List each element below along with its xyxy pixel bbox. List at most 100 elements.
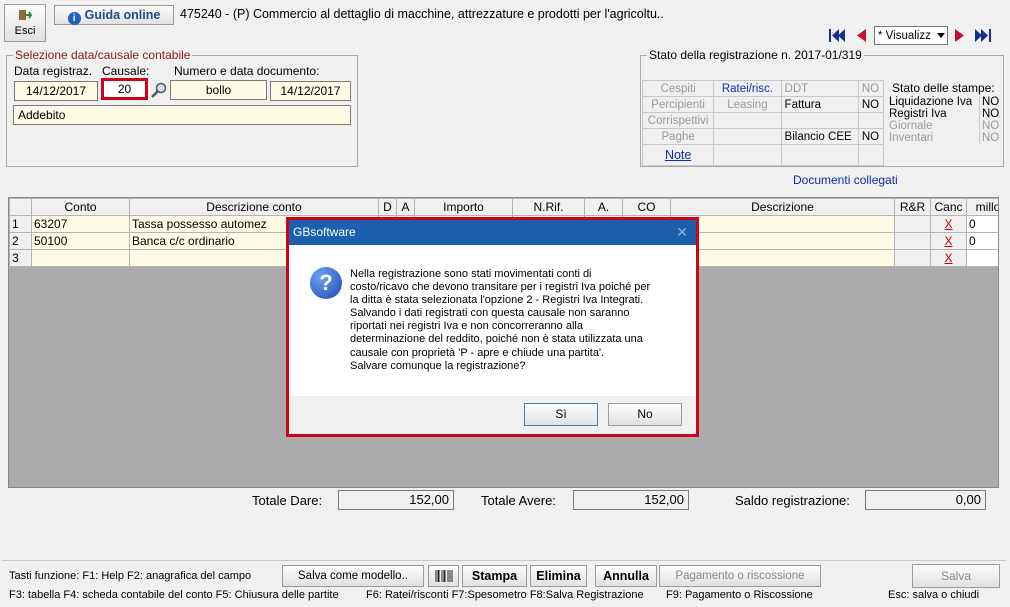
cell-millo[interactable]: 0 — [966, 232, 998, 250]
first-icon — [829, 29, 845, 42]
view-select[interactable]: * Visualizz — [874, 26, 948, 45]
col-header-conto[interactable]: Conto — [31, 198, 130, 216]
stato-paghe: Paghe — [641, 128, 715, 145]
col-header-importo[interactable]: Importo — [414, 198, 513, 216]
yes-button[interactable]: Sì — [524, 403, 598, 426]
row-number: 2 — [9, 232, 32, 250]
dialog-titlebar: GBsoftware ✕ — [289, 220, 696, 245]
stato-ratei[interactable]: Ratei/risc. — [713, 80, 782, 97]
col-header-descrizione[interactable]: Descrizione — [670, 198, 895, 216]
stato-bilancio: Bilancio CEE — [780, 128, 859, 145]
prev-icon — [857, 29, 866, 42]
cell-millo[interactable] — [966, 249, 998, 267]
date-field[interactable]: 14/12/2017 — [14, 81, 98, 101]
stato-empty — [780, 112, 859, 129]
cell-conto[interactable]: 50100 — [31, 232, 130, 250]
numero-field[interactable]: bollo — [170, 80, 267, 100]
col-header-a2[interactable]: A. — [584, 198, 623, 216]
stampe-registri-value: NO — [982, 108, 1000, 120]
nav-last-button[interactable] — [974, 27, 994, 44]
cell-rr[interactable] — [894, 232, 931, 250]
delete-row-button[interactable]: X — [944, 251, 952, 265]
stato-ddt: DDT — [780, 80, 859, 97]
exit-button[interactable]: Esci — [4, 4, 46, 42]
cell-conto[interactable] — [31, 249, 130, 267]
stato-row: Note — [641, 144, 885, 166]
stato-fattura: Fattura — [780, 96, 859, 113]
guide-online-label: Guida online — [84, 8, 161, 22]
cell-rr[interactable] — [894, 215, 931, 233]
col-header-canc[interactable]: Canc — [930, 198, 967, 216]
nav-first-button[interactable] — [828, 27, 846, 44]
descrizione-field[interactable]: Addebito — [13, 105, 351, 125]
stampe-row: Giornale NO — [887, 120, 1001, 132]
stampa-button[interactable]: Stampa — [462, 565, 527, 587]
avere-label: Totale Avere: — [481, 493, 556, 508]
stampe-table: Liquidazione Iva NO Registri Iva NO Giorna… — [887, 96, 1001, 144]
note-link[interactable]: Note — [665, 148, 691, 162]
last-icon — [975, 29, 991, 42]
stato-empty — [713, 112, 782, 129]
function-keys-line1: Tasti funzione: F1: Help F2: anagrafica … — [9, 570, 252, 582]
stato-fattura-value: NO — [857, 96, 885, 113]
col-header-d[interactable]: D — [378, 198, 397, 216]
barcode-button[interactable] — [428, 565, 459, 587]
stampe-row: Inventari NO — [887, 132, 1001, 144]
col-header-millo[interactable]: millo — [966, 198, 998, 216]
close-icon[interactable]: ✕ — [676, 220, 688, 245]
doc-date-field[interactable]: 14/12/2017 — [270, 81, 351, 101]
function-keys-line2b: F6: Ratei/risconti F7:Spesometro F8:Salv… — [366, 589, 644, 601]
col-header — [9, 198, 32, 216]
cell-descrizione[interactable] — [670, 249, 895, 267]
cell-descrizione[interactable] — [670, 232, 895, 250]
dare-label: Totale Dare: — [252, 493, 323, 508]
stampe-liquidazione: Liquidazione Iva — [887, 96, 980, 108]
cell-descrizione[interactable] — [670, 215, 895, 233]
date-label: Data registraz. — [14, 64, 93, 78]
cell-millo[interactable]: 0 — [966, 215, 998, 233]
row-number: 3 — [9, 249, 32, 267]
stato-cespiti: Cespiti — [641, 80, 715, 97]
col-header-nrif[interactable]: N.Rif. — [512, 198, 585, 216]
stampe-row: Registri Iva NO — [887, 108, 1001, 120]
delete-row-button[interactable]: X — [944, 217, 952, 231]
save-as-model-button[interactable]: Salva come modello.. — [282, 565, 424, 587]
annulla-button[interactable]: Annulla — [595, 565, 657, 587]
selezione-legend: Selezione data/causale contabile — [13, 48, 193, 62]
dialog-message: Nella registrazione sono stati movimenta… — [350, 268, 650, 373]
dropdown-arrow-icon — [937, 33, 945, 38]
esc-hint: Esc: salva o chiudi — [888, 589, 980, 601]
stampe-row: Liquidazione Iva NO — [887, 96, 1001, 108]
col-header-co[interactable]: CO — [622, 198, 671, 216]
causale-field[interactable]: 20 — [101, 78, 148, 100]
pagamento-button[interactable]: Pagamento o riscossione — [659, 565, 821, 587]
cell-conto[interactable]: 63207 — [31, 215, 130, 233]
stampe-inventari-value: NO — [982, 132, 1000, 144]
row-number: 1 — [9, 215, 32, 233]
delete-row-button[interactable]: X — [944, 234, 952, 248]
cell-rr[interactable] — [894, 249, 931, 267]
stato-row: Corrispettivi — [641, 112, 885, 129]
exit-icon — [18, 9, 33, 21]
dare-value: 152,00 — [338, 490, 454, 510]
col-header-descr-conto[interactable]: Descrizione conto — [129, 198, 379, 216]
nav-prev-button[interactable] — [853, 27, 869, 44]
guide-online-button[interactable]: i Guida online — [54, 5, 174, 25]
stato-percipienti: Percipienti — [641, 96, 715, 113]
stampe-liquidazione-value: NO — [982, 96, 1000, 108]
nav-next-button[interactable] — [952, 27, 968, 44]
causale-label: Causale: — [102, 64, 150, 78]
stato-table: Cespiti Ratei/risc. DDT NO Percipienti L… — [641, 80, 885, 166]
message-line: Salvando i dati registrati con questa ca… — [350, 307, 630, 320]
documenti-collegati-link[interactable]: Documenti collegati — [793, 173, 898, 187]
col-header-rr[interactable]: R&R — [894, 198, 931, 216]
no-button[interactable]: No — [608, 403, 682, 426]
search-icon[interactable] — [150, 81, 168, 99]
col-header-a[interactable]: A — [396, 198, 415, 216]
message-line: causale con proprietà 'P - apre e chiude… — [350, 346, 605, 359]
view-select-value: * Visualizz — [878, 30, 931, 42]
salva-button[interactable]: Salva — [912, 564, 1000, 588]
stato-title: Stato della registrazione n. 2017-01/319 — [647, 48, 864, 62]
question-icon: ? — [310, 267, 342, 299]
elimina-button[interactable]: Elimina — [530, 565, 587, 587]
